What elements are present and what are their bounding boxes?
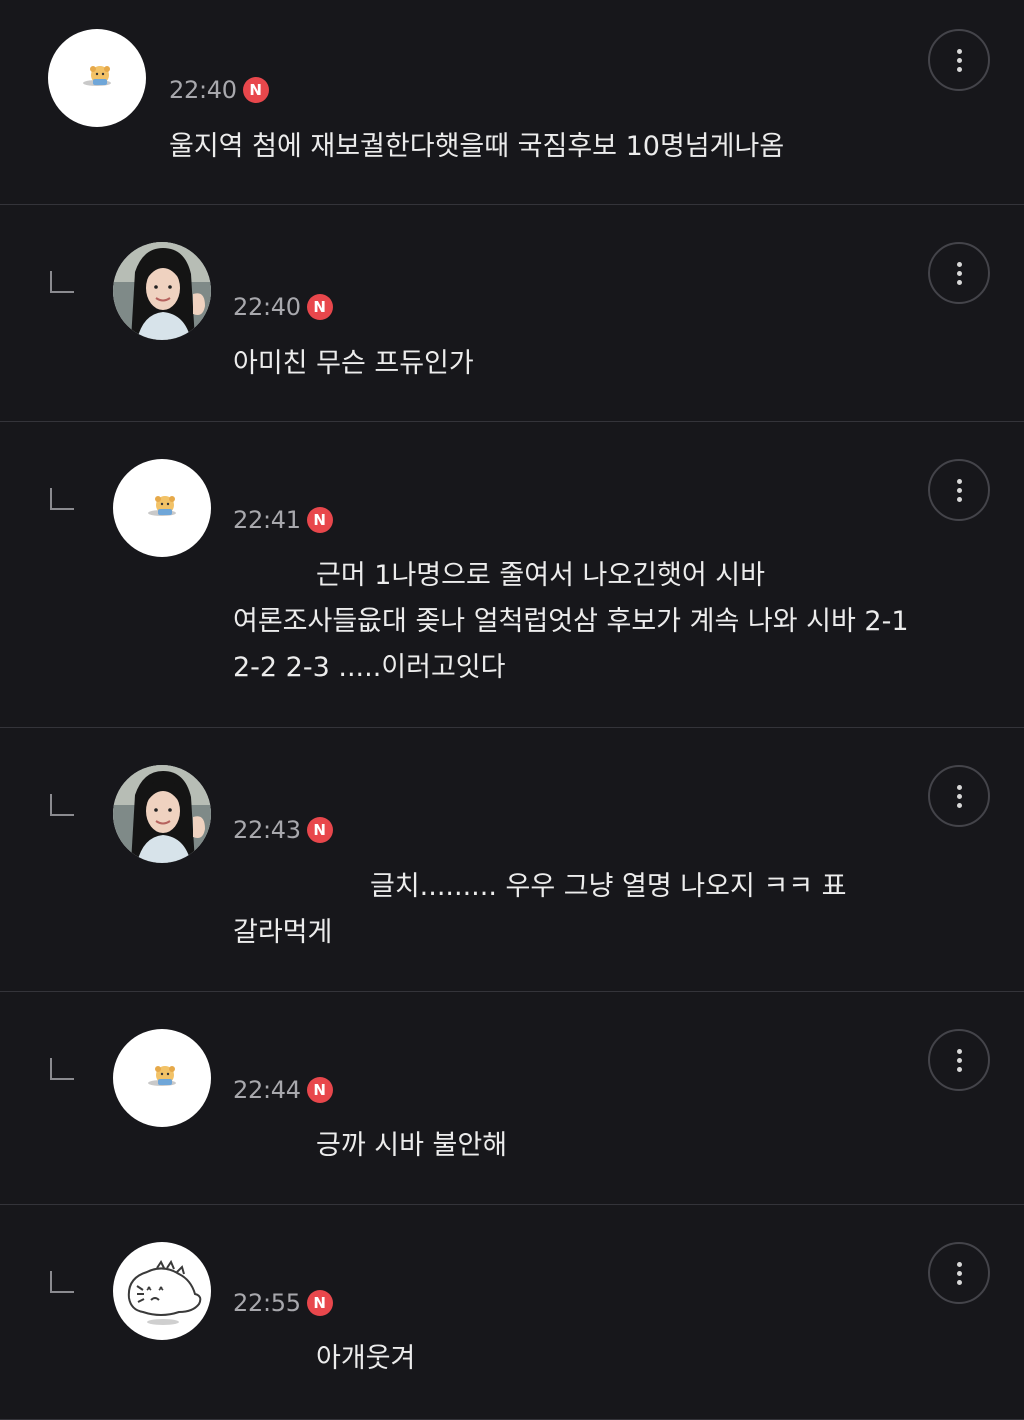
comment-meta: 22:40 N <box>169 75 269 105</box>
new-badge-icon: N <box>306 817 333 843</box>
profile-photo-icon <box>113 765 211 863</box>
more-options-button[interactable] <box>928 1029 990 1091</box>
new-badge-icon: N <box>306 294 333 320</box>
more-vertical-icon <box>956 1048 962 1054</box>
comment-line: 갈라먹게 <box>233 917 333 948</box>
timestamp: 22:40 <box>169 76 237 104</box>
comment-text: 아개웃겨 <box>233 1336 415 1382</box>
new-badge-icon: N <box>306 1077 333 1103</box>
more-vertical-icon <box>956 478 962 484</box>
hamster-sticker-icon <box>83 66 111 86</box>
doodle-creature-icon <box>127 1259 202 1325</box>
comment-meta: 22:41 N <box>233 505 333 535</box>
comment-meta: 22:44 N <box>233 1075 333 1105</box>
comment-line: 2-2 2-3 .....이러고잇다 <box>233 652 506 683</box>
comment-meta: 22:55 N <box>233 1288 333 1318</box>
avatar[interactable] <box>113 242 211 340</box>
comment-line: 울지역 첨에 재보궐한다햇을때 국짐후보 10명넘게나옴 <box>169 131 785 162</box>
more-options-button[interactable] <box>928 29 990 91</box>
avatar[interactable] <box>113 1029 211 1127</box>
profile-photo-icon <box>113 242 211 340</box>
avatar[interactable] <box>48 29 146 127</box>
timestamp: 22:43 <box>233 816 301 844</box>
reply-item: 22:43 N 글치......... 우우 그냥 열명 나오지 ㅋㅋ 표 갈라… <box>0 728 1024 992</box>
new-badge-icon: N <box>306 507 333 533</box>
reply-corner-icon <box>50 794 74 816</box>
avatar[interactable] <box>113 459 211 557</box>
comment-item: 22:40 N 울지역 첨에 재보궐한다햇을때 국짐후보 10명넘게나옴 <box>0 0 1024 205</box>
comment-line: 근머 1나명으로 줄여서 나오긴햇어 시바 <box>316 560 765 591</box>
new-badge-icon: N <box>306 1290 333 1316</box>
reply-item: 22:41 N 근머 1나명으로 줄여서 나오긴햇어 시바 여론조사들읎대 좆나… <box>0 422 1024 728</box>
timestamp: 22:40 <box>233 293 301 321</box>
comment-meta: 22:43 N <box>233 815 333 845</box>
comment-text: 근머 1나명으로 줄여서 나오긴햇어 시바 여론조사들읎대 좆나 얼척럽엇삼 후… <box>233 553 909 691</box>
comment-line: 아개웃겨 <box>316 1343 416 1374</box>
reply-corner-icon <box>50 271 74 293</box>
avatar[interactable] <box>113 765 211 863</box>
hamster-sticker-icon <box>148 496 176 516</box>
more-options-button[interactable] <box>928 459 990 521</box>
reply-item: 22:40 N 아미친 무슨 프듀인가 <box>0 205 1024 422</box>
more-vertical-icon <box>956 784 962 790</box>
more-options-button[interactable] <box>928 765 990 827</box>
comment-line: 아미친 무슨 프듀인가 <box>233 348 474 379</box>
comment-text: 글치......... 우우 그냥 열명 나오지 ㅋㅋ 표 갈라먹게 <box>233 864 847 956</box>
reply-corner-icon <box>50 1058 74 1080</box>
avatar[interactable] <box>113 1242 211 1340</box>
comment-text: 긍까 시바 불안해 <box>233 1123 507 1169</box>
reply-item: 22:55 N 아개웃겨 <box>0 1205 1024 1420</box>
timestamp: 22:41 <box>233 506 301 534</box>
comment-meta: 22:40 N <box>233 292 333 322</box>
new-badge-icon: N <box>242 77 269 103</box>
timestamp: 22:44 <box>233 1076 301 1104</box>
comment-line: 긍까 시바 불안해 <box>316 1130 508 1161</box>
more-vertical-icon <box>956 48 962 54</box>
more-options-button[interactable] <box>928 242 990 304</box>
hamster-sticker-icon <box>148 1066 176 1086</box>
more-vertical-icon <box>956 261 962 267</box>
comment-text: 울지역 첨에 재보궐한다햇을때 국짐후보 10명넘게나옴 <box>169 124 784 170</box>
more-vertical-icon <box>956 1261 962 1267</box>
comment-text: 아미친 무슨 프듀인가 <box>233 341 474 387</box>
more-options-button[interactable] <box>928 1242 990 1304</box>
reply-corner-icon <box>50 1271 74 1293</box>
reply-item: 22:44 N 긍까 시바 불안해 <box>0 992 1024 1205</box>
reply-corner-icon <box>50 488 74 510</box>
comment-line: 글치......... 우우 그냥 열명 나오지 ㅋㅋ 표 <box>370 871 847 902</box>
timestamp: 22:55 <box>233 1289 301 1317</box>
comment-line: 여론조사들읎대 좆나 얼척럽엇삼 후보가 계속 나와 시바 2-1 <box>233 606 909 637</box>
